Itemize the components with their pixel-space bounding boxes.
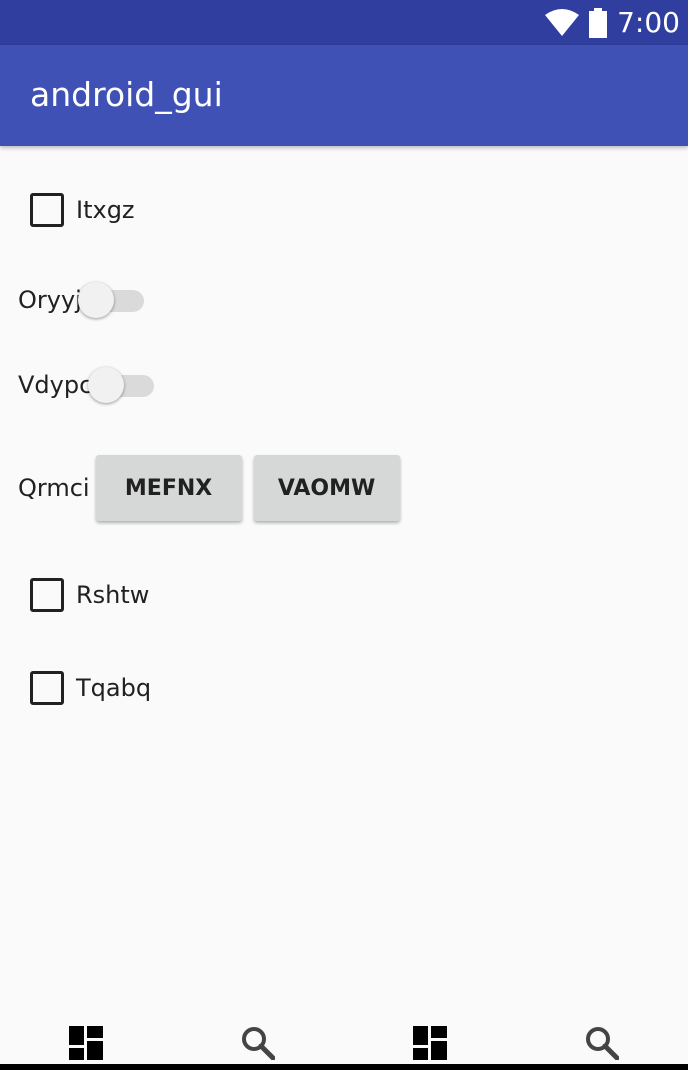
switch-oryyj[interactable] <box>77 280 150 320</box>
search-icon <box>586 1027 619 1060</box>
checkbox-row-tqabq[interactable]: Tqabq <box>30 671 151 705</box>
status-icons: 7:00 <box>545 0 680 45</box>
nav-dashboard-button-1[interactable] <box>66 1023 106 1063</box>
checkbox-rshtw[interactable] <box>30 578 64 612</box>
checkbox-tqabq[interactable] <box>30 671 64 705</box>
checkbox-label-tqabq: Tqabq <box>76 674 152 702</box>
checkbox-row-itxgz[interactable]: Itxgz <box>30 193 135 227</box>
switch-row-oryyj[interactable]: Oryyj <box>18 280 150 320</box>
button-row-qrmci: Qrmci MEFNX VAOMW <box>18 455 400 521</box>
dashboard-icon <box>413 1026 447 1060</box>
vaomw-button[interactable]: VAOMW <box>253 455 400 521</box>
status-time: 7:00 <box>617 6 680 39</box>
search-icon <box>242 1027 275 1060</box>
switch-thumb[interactable] <box>88 367 125 403</box>
switch-thumb[interactable] <box>77 282 114 318</box>
app-title: android_gui <box>30 75 223 114</box>
switch-row-vdypc[interactable]: Vdypc <box>18 365 160 405</box>
nav-search-button-1[interactable] <box>238 1023 278 1063</box>
bottom-edge-bar <box>0 1064 688 1070</box>
checkbox-label-rshtw: Rshtw <box>76 581 150 609</box>
nav-dashboard-button-2[interactable] <box>410 1023 450 1063</box>
switch-label-oryyj: Oryyj <box>18 286 82 314</box>
switch-vdypc[interactable] <box>88 365 160 405</box>
button-row-label: Qrmci <box>18 474 90 502</box>
dashboard-icon <box>69 1026 103 1060</box>
checkbox-itxgz[interactable] <box>30 193 64 227</box>
nav-search-button-2[interactable] <box>582 1023 622 1063</box>
mefnx-button[interactable]: MEFNX <box>95 455 242 521</box>
battery-icon <box>589 7 608 38</box>
app-bar: android_gui <box>0 45 688 146</box>
status-bar: 7:00 <box>0 0 688 45</box>
checkbox-label-itxgz: Itxgz <box>76 196 135 224</box>
checkbox-row-rshtw[interactable]: Rshtw <box>30 578 149 612</box>
wifi-icon <box>545 8 580 36</box>
switch-label-vdypc: Vdypc <box>18 371 93 399</box>
bottom-navigation <box>0 1022 688 1064</box>
